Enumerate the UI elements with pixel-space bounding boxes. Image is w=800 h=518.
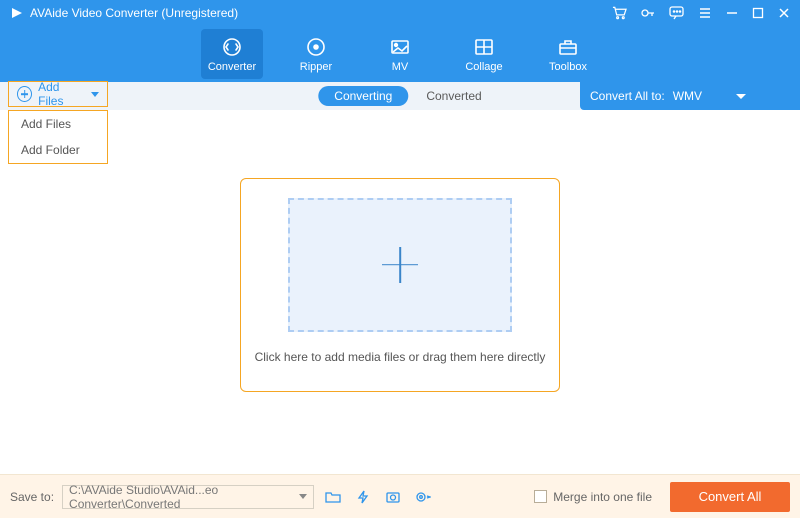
app-logo-icon xyxy=(10,6,24,20)
footer: Save to: C:\AVAide Studio\AVAid...eo Con… xyxy=(0,474,800,518)
save-to-label: Save to: xyxy=(10,490,54,504)
open-folder-button[interactable] xyxy=(322,486,344,508)
view-tabs: Converting Converted xyxy=(318,86,481,106)
convert-all-to-label: Convert All to: xyxy=(590,89,665,103)
output-format-value: WMV xyxy=(673,89,702,103)
key-icon[interactable] xyxy=(641,6,655,20)
nav-ripper[interactable]: Ripper xyxy=(285,29,347,79)
chevron-down-icon xyxy=(736,94,746,99)
main-area: Click here to add media files or drag th… xyxy=(0,110,800,474)
checkbox-box xyxy=(534,490,547,503)
nav-label: MV xyxy=(392,61,409,73)
nav-converter[interactable]: Converter xyxy=(201,29,263,79)
nav-label: Collage xyxy=(465,61,502,73)
plus-circle-icon xyxy=(17,86,32,102)
drop-zone[interactable] xyxy=(288,198,512,332)
hardware-accel-button[interactable] xyxy=(352,486,374,508)
menu-icon[interactable] xyxy=(698,6,712,20)
converter-icon xyxy=(221,36,243,58)
nav-mv[interactable]: MV xyxy=(369,29,431,79)
drop-card: Click here to add media files or drag th… xyxy=(240,178,560,392)
tab-converting[interactable]: Converting xyxy=(318,86,408,106)
close-icon[interactable] xyxy=(778,7,790,19)
menu-add-files[interactable]: Add Files xyxy=(9,111,107,137)
tab-converted[interactable]: Converted xyxy=(426,89,481,103)
ripper-icon xyxy=(305,36,327,58)
collage-icon xyxy=(473,36,495,58)
nav-toolbox[interactable]: Toolbox xyxy=(537,29,599,79)
add-files-dropdown: Add Files Add Folder xyxy=(8,110,108,164)
add-files-button[interactable]: Add Files xyxy=(8,81,108,107)
plus-icon xyxy=(382,247,418,283)
convert-all-label: Convert All xyxy=(699,489,762,504)
titlebar: AVAide Video Converter (Unregistered) xyxy=(0,0,800,26)
output-format-select[interactable]: WMV xyxy=(673,89,746,103)
add-files-label: Add Files xyxy=(38,80,85,108)
subbar: Add Files Converting Converted Convert A… xyxy=(0,82,800,110)
merge-label: Merge into one file xyxy=(553,490,652,504)
nav-collage[interactable]: Collage xyxy=(453,29,515,79)
merge-checkbox[interactable]: Merge into one file xyxy=(534,490,652,504)
app-title: AVAide Video Converter (Unregistered) xyxy=(30,6,238,20)
high-speed-button[interactable] xyxy=(382,486,404,508)
toolbox-icon xyxy=(557,36,579,58)
navbar: Converter Ripper MV Collage Toolbox xyxy=(0,26,800,82)
cart-icon[interactable] xyxy=(612,6,627,20)
settings-button[interactable] xyxy=(412,486,434,508)
convert-all-to[interactable]: Convert All to: WMV xyxy=(580,82,800,110)
nav-label: Converter xyxy=(208,61,256,73)
chevron-down-icon xyxy=(299,494,307,499)
chevron-down-icon xyxy=(91,92,99,97)
convert-all-button[interactable]: Convert All xyxy=(670,482,790,512)
mv-icon xyxy=(389,36,411,58)
feedback-icon[interactable] xyxy=(669,6,684,20)
nav-label: Toolbox xyxy=(549,61,587,73)
nav-label: Ripper xyxy=(300,61,332,73)
drop-caption: Click here to add media files or drag th… xyxy=(255,350,546,364)
save-path-select[interactable]: C:\AVAide Studio\AVAid...eo Converter\Co… xyxy=(62,485,314,509)
maximize-icon[interactable] xyxy=(752,7,764,19)
minimize-icon[interactable] xyxy=(726,7,738,19)
save-path-value: C:\AVAide Studio\AVAid...eo Converter\Co… xyxy=(69,483,299,511)
menu-add-folder[interactable]: Add Folder xyxy=(9,137,107,163)
